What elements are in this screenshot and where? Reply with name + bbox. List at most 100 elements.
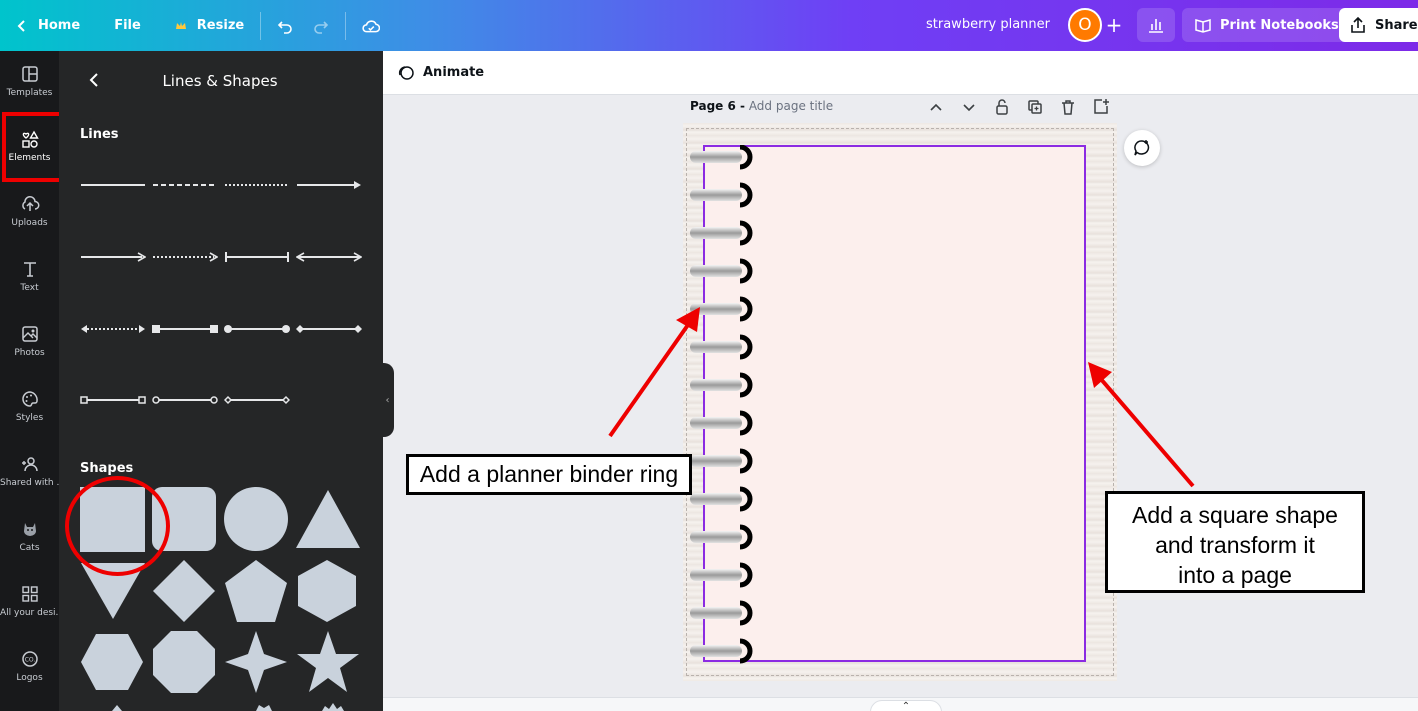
line-arrow[interactable] — [296, 178, 362, 192]
line-hollow-diamond-ends[interactable] — [224, 393, 290, 407]
binder-ring — [690, 372, 753, 398]
comment-add-icon — [1134, 140, 1150, 156]
toolbar-divider — [260, 11, 262, 40]
share-upload-icon — [1351, 16, 1365, 33]
binder-ring — [690, 182, 753, 208]
line-circle-ends[interactable] — [224, 322, 290, 336]
rail-item-all-designs[interactable]: All your desi... — [0, 571, 59, 631]
shape-pentagon[interactable] — [224, 559, 288, 623]
shapes-section-label: Shapes — [80, 461, 134, 476]
binder-ring — [690, 334, 753, 360]
save-status-button[interactable] — [352, 0, 390, 51]
rail-label: Templates — [6, 88, 53, 98]
rail-label: Cats — [19, 543, 40, 553]
redo-icon — [314, 20, 329, 34]
rail-label: Styles — [15, 413, 44, 423]
avatar[interactable]: O — [1068, 8, 1102, 42]
plus-icon: + — [1105, 13, 1123, 37]
resize-label: Resize — [196, 18, 245, 33]
shape-four-point-star[interactable] — [224, 630, 288, 694]
photos-icon — [21, 326, 38, 342]
print-notebooks-button[interactable]: Print Notebooks — [1182, 8, 1351, 42]
shape-hexagon-flat[interactable] — [80, 633, 144, 691]
rail-label: Uploads — [11, 218, 48, 228]
home-label: Home — [38, 18, 81, 33]
line-diamond-ends[interactable] — [296, 322, 362, 336]
line-bar-ends[interactable] — [224, 250, 290, 264]
binder-ring — [690, 524, 753, 550]
line-hollow-circle-ends[interactable] — [152, 393, 218, 407]
square-page-shape[interactable] — [703, 145, 1086, 662]
rail-label: Text — [20, 283, 39, 293]
rail-item-cats[interactable]: Cats — [0, 506, 59, 566]
line-square-ends[interactable] — [152, 322, 218, 336]
add-collaborator-button[interactable]: + — [1100, 11, 1128, 39]
binder-rings[interactable] — [688, 145, 758, 665]
chevron-down-icon[interactable] — [959, 97, 979, 117]
square-shape-note: Add a square shape and transform it into… — [1105, 491, 1365, 593]
line-dashed[interactable] — [152, 178, 218, 192]
bar-chart-icon — [1149, 19, 1163, 33]
animate-label: Animate — [423, 64, 485, 80]
shape-octagon[interactable] — [152, 630, 216, 694]
chevron-up-icon[interactable] — [926, 97, 946, 117]
line-arrow-dotted[interactable] — [152, 250, 218, 264]
shape-diamond[interactable] — [152, 559, 216, 623]
line-double-arrow-dotted[interactable] — [80, 322, 146, 336]
editor-toolbar: Animate — [383, 51, 1418, 95]
rail-label: Photos — [14, 348, 45, 358]
shape-partial-row[interactable] — [99, 701, 359, 711]
rail-label: All your desi... — [0, 608, 59, 618]
binder-ring-note: Add a planner binder ring — [406, 454, 692, 495]
trash-icon[interactable] — [1058, 97, 1078, 117]
share-button[interactable]: Share — [1339, 8, 1418, 42]
shape-star[interactable] — [296, 630, 360, 694]
uploads-icon — [21, 196, 39, 211]
binder-ring — [690, 638, 753, 664]
elements-highlight-box — [2, 112, 63, 182]
animate-button[interactable]: Animate — [397, 63, 484, 81]
rail-item-styles[interactable]: Styles — [0, 376, 59, 436]
duplicate-page-icon[interactable] — [1025, 97, 1045, 117]
animate-icon — [398, 66, 414, 80]
show-pages-button[interactable]: ⌃ — [870, 700, 942, 711]
note-line: and transform it — [1155, 532, 1315, 558]
svg-text:CO.: CO. — [24, 657, 35, 664]
line-dotted[interactable] — [224, 178, 290, 192]
shape-hexagon[interactable] — [296, 559, 358, 623]
insights-button[interactable] — [1137, 8, 1175, 42]
add-comment-button[interactable] — [1124, 130, 1160, 166]
file-label: File — [114, 18, 141, 33]
lock-icon[interactable] — [992, 97, 1012, 117]
print-notebooks-label: Print Notebooks — [1220, 17, 1339, 33]
collapse-panel-button[interactable]: ‹ — [381, 363, 394, 437]
redo-button[interactable] — [303, 0, 339, 51]
rail-item-photos[interactable]: Photos — [0, 311, 59, 371]
binder-ring — [690, 486, 753, 512]
rail-item-uploads[interactable]: Uploads — [0, 181, 59, 241]
file-menu-button[interactable]: File — [104, 0, 151, 51]
panel-title: Lines & Shapes — [162, 72, 278, 90]
undo-button[interactable] — [267, 0, 303, 51]
page-title-input[interactable]: Add page title — [749, 99, 833, 113]
logos-icon: CO. — [21, 651, 38, 667]
arrow-binder — [608, 320, 692, 438]
rail-item-text[interactable]: Text — [0, 246, 59, 306]
binder-ring — [690, 220, 753, 246]
binder-ring — [690, 410, 753, 436]
line-solid[interactable] — [80, 178, 146, 192]
rail-item-shared[interactable]: Shared with ... — [0, 441, 59, 501]
resize-button[interactable]: Resize — [163, 0, 254, 51]
note-line: into a page — [1178, 562, 1292, 588]
rail-item-templates[interactable]: Templates — [0, 51, 59, 111]
line-double-arrow[interactable] — [296, 250, 362, 264]
document-title[interactable]: strawberry planner — [926, 17, 1050, 32]
rail-item-logos[interactable]: CO. Logos — [0, 636, 59, 696]
binder-ring — [690, 145, 753, 170]
line-hollow-square-ends[interactable] — [80, 393, 146, 407]
line-arrow-solid[interactable] — [80, 250, 146, 264]
shape-triangle[interactable] — [295, 489, 361, 549]
home-button[interactable]: Home — [4, 0, 90, 51]
add-page-icon[interactable] — [1091, 97, 1111, 117]
shape-circle[interactable] — [224, 487, 288, 551]
